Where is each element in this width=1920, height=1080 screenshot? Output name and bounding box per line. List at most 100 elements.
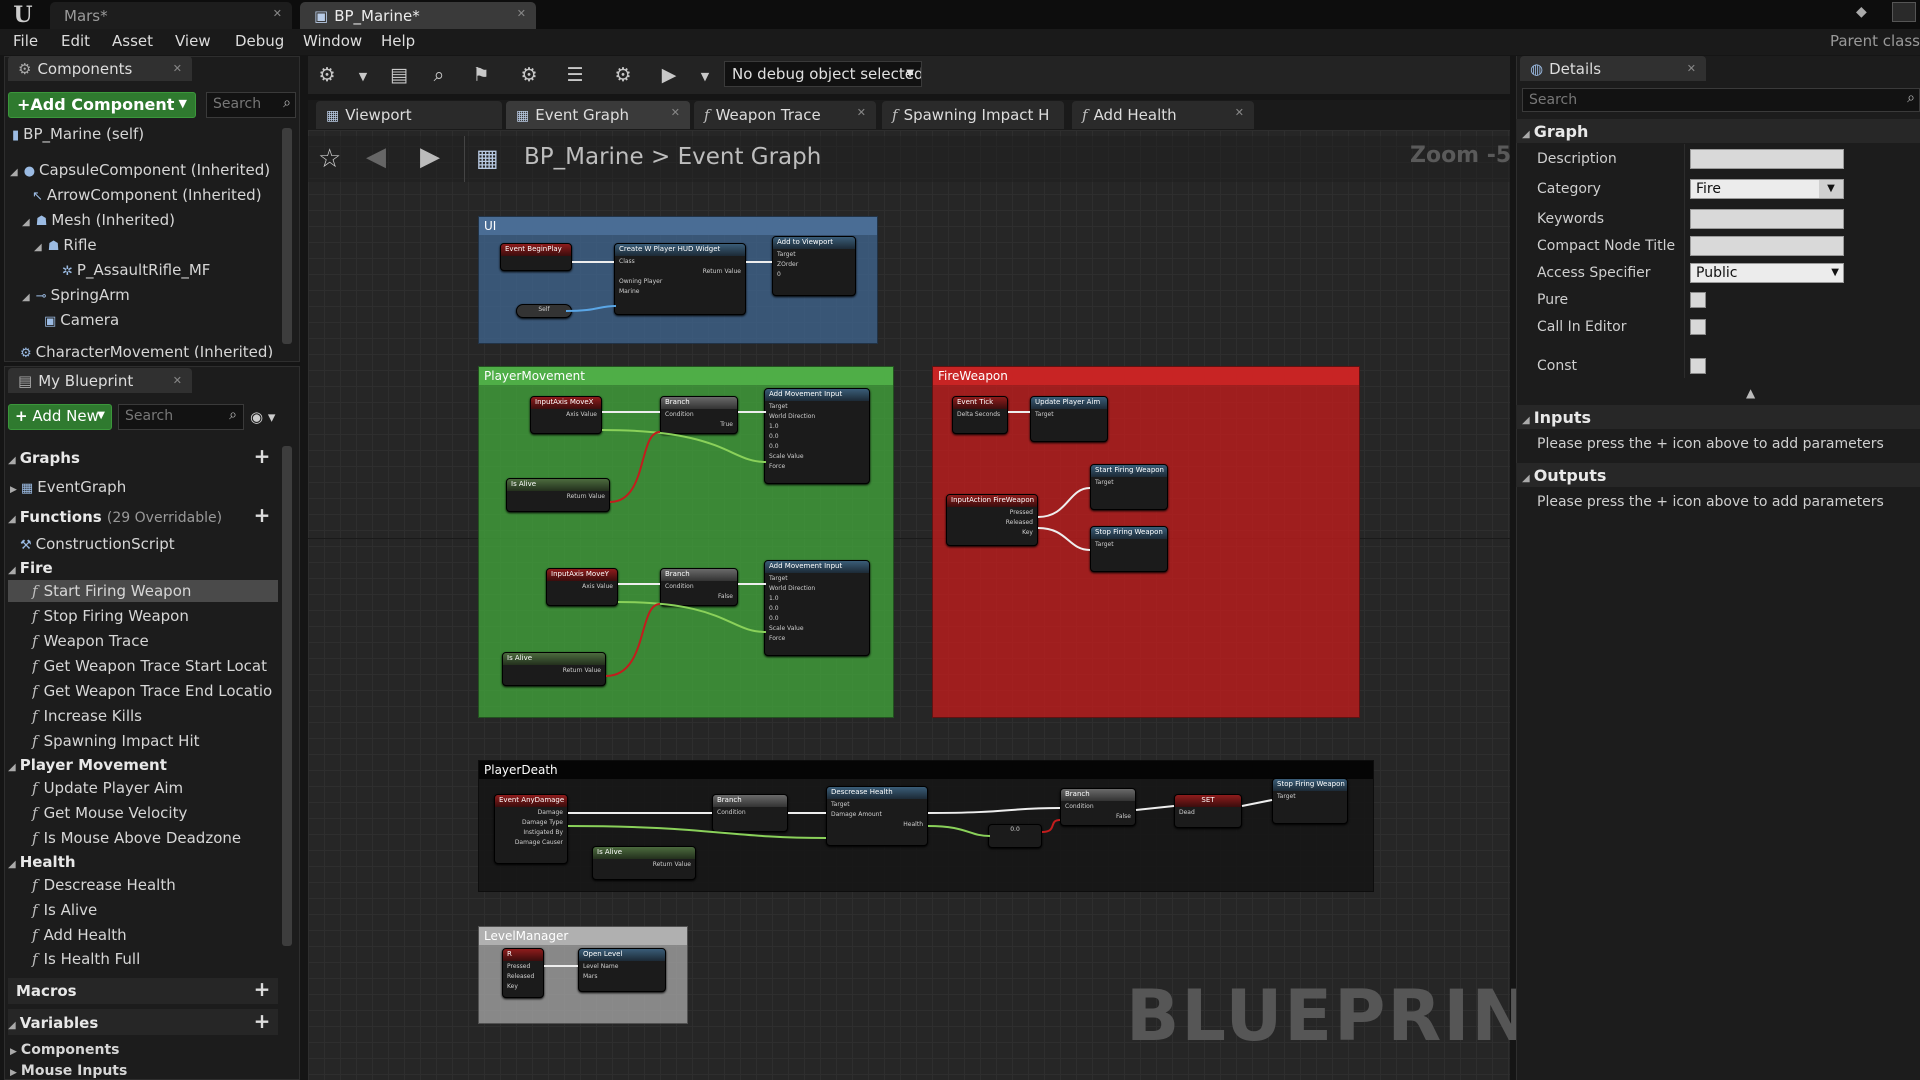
collapse-icon[interactable]: ◢: [1522, 473, 1530, 484]
chevron-down-icon[interactable]: ▼: [350, 70, 376, 94]
function-item-is-alive[interactable]: f Is Alive: [32, 901, 97, 919]
functions-header[interactable]: ◢ Functions (29 Overridable): [8, 508, 222, 526]
add-component-button[interactable]: +Add Component ▼: [8, 92, 196, 118]
function-item-stop-firing-weapon[interactable]: f Stop Firing Weapon: [32, 607, 189, 625]
add-macro-button[interactable]: +: [252, 979, 272, 1000]
debug-object-select[interactable]: No debug object selected ▼: [724, 61, 922, 87]
simulation-icon[interactable]: ⚙: [610, 64, 636, 88]
close-icon[interactable]: ✕: [173, 374, 182, 387]
chevron-down-icon[interactable]: ▼: [1819, 180, 1843, 198]
eye-icon[interactable]: ◉ ▾: [250, 408, 286, 426]
description-field[interactable]: [1690, 149, 1844, 169]
category-player-movement[interactable]: ◢ Player Movement: [8, 756, 167, 774]
compile-icon[interactable]: ⚙: [314, 64, 340, 88]
category-fire[interactable]: ◢ Fire: [8, 559, 53, 577]
graphs-header[interactable]: ◢ Graphs: [8, 449, 80, 467]
add-function-button[interactable]: +: [252, 505, 272, 526]
menu-asset[interactable]: Asset: [112, 32, 153, 50]
chevron-down-icon[interactable]: ▼: [692, 70, 718, 94]
collapse-icon[interactable]: ◢: [8, 565, 16, 576]
component-item[interactable]: ◢ ⊸ SpringArm: [22, 286, 130, 304]
menu-help[interactable]: Help: [381, 32, 415, 50]
function-item-weapon-trace[interactable]: f Weapon Trace: [32, 632, 149, 650]
call-in-editor-checkbox[interactable]: [1690, 319, 1706, 335]
collapse-icon[interactable]: ◢: [1522, 129, 1530, 140]
component-item[interactable]: ↖ ArrowComponent (Inherited): [32, 186, 262, 204]
outputs-section-header[interactable]: ◢ Outputs: [1522, 466, 1606, 485]
class-defaults-icon[interactable]: ☰: [562, 64, 588, 88]
function-item-start-firing-weapon[interactable]: f Start Firing Weapon: [32, 582, 191, 600]
close-icon[interactable]: ✕: [273, 7, 282, 20]
collapse-icon[interactable]: ◢: [8, 762, 16, 773]
component-item[interactable]: ▣ Camera: [44, 311, 119, 329]
expand-icon[interactable]: ▶: [10, 1047, 17, 1057]
graph-item-eventgraph[interactable]: ▶ ▦ EventGraph: [10, 478, 126, 496]
compact-node-title-field[interactable]: [1690, 236, 1844, 256]
function-item-update-player-aim[interactable]: f Update Player Aim: [32, 779, 183, 797]
details-search-input[interactable]: Search ⌕: [1522, 88, 1920, 112]
find-icon[interactable]: ⌕: [426, 64, 452, 88]
pure-checkbox[interactable]: [1690, 292, 1706, 308]
menu-debug[interactable]: Debug: [235, 32, 284, 50]
component-item[interactable]: ◢ ● CapsuleComponent (Inherited): [10, 161, 270, 179]
variable-group-mouse-inputs[interactable]: ▶ Mouse Inputs: [10, 1063, 127, 1079]
close-icon[interactable]: ✕: [857, 106, 866, 119]
my-blueprint-scrollbar[interactable]: [282, 446, 292, 946]
function-item-is-mouse-above-deadzone[interactable]: f Is Mouse Above Deadzone: [32, 829, 241, 847]
tab-event-graph[interactable]: ▦ Event Graph ✕: [506, 101, 690, 129]
keywords-field[interactable]: [1690, 209, 1844, 229]
component-item[interactable]: ⚙ CharacterMovement (Inherited): [20, 343, 273, 358]
my-blueprint-tab[interactable]: ▤ My Blueprint ✕: [8, 368, 192, 393]
menu-edit[interactable]: Edit: [61, 32, 90, 50]
my-blueprint-search-input[interactable]: Search ⌕: [118, 404, 244, 430]
function-item-increase-kills[interactable]: f Increase Kills: [32, 707, 142, 725]
tab-add-health[interactable]: f Add Health ✕: [1072, 101, 1254, 129]
close-icon[interactable]: ✕: [671, 106, 680, 119]
function-item-get-weapon-trace-end[interactable]: f Get Weapon Trace End Locatio: [32, 682, 278, 700]
doc-tab-mars[interactable]: Mars* ✕: [50, 2, 292, 29]
close-icon[interactable]: ✕: [1235, 106, 1244, 119]
variable-group-components[interactable]: ▶ Components: [10, 1042, 120, 1058]
advanced-expand-icon[interactable]: ▲: [1746, 386, 1755, 400]
variables-header[interactable]: ◢ Variables: [8, 1014, 98, 1032]
window-button[interactable]: [1892, 2, 1916, 22]
menu-view[interactable]: View: [175, 32, 211, 50]
access-specifier-select[interactable]: Public ▼: [1690, 263, 1844, 283]
menu-file[interactable]: File: [13, 32, 38, 50]
parent-class-label[interactable]: Parent class: [1830, 32, 1920, 50]
hide-pins-icon[interactable]: ⚑: [468, 64, 494, 88]
collapse-icon[interactable]: ◢: [22, 217, 30, 228]
component-item[interactable]: ◢ ☗ Mesh (Inherited): [22, 211, 175, 229]
function-item-constructionscript[interactable]: ⚒ ConstructionScript: [20, 535, 175, 553]
component-self[interactable]: ▮ BP_Marine (self): [12, 125, 144, 143]
inputs-section-header[interactable]: ◢ Inputs: [1522, 408, 1591, 427]
save-icon[interactable]: ▤: [386, 64, 412, 88]
collapse-icon[interactable]: ◢: [8, 1020, 16, 1031]
graph-section-header[interactable]: ◢ Graph: [1522, 122, 1588, 141]
collapse-icon[interactable]: ◢: [34, 242, 42, 253]
component-item[interactable]: ✲ P_AssaultRifle_MF: [62, 261, 210, 279]
collapse-icon[interactable]: ◢: [1522, 415, 1530, 426]
doc-tab-bp-marine[interactable]: ▣ BP_Marine* ✕: [300, 2, 536, 29]
add-graph-button[interactable]: +: [252, 446, 272, 467]
close-icon[interactable]: ✕: [1687, 62, 1696, 75]
close-icon[interactable]: ✕: [517, 7, 526, 20]
source-control-icon[interactable]: ◆: [1856, 4, 1874, 22]
component-item[interactable]: ◢ ☗ Rifle: [34, 236, 97, 254]
const-checkbox[interactable]: [1690, 358, 1706, 374]
collapse-icon[interactable]: ◢: [8, 859, 16, 870]
tab-spawning-impact-hit[interactable]: f Spawning Impact H: [882, 101, 1064, 129]
macros-header[interactable]: Macros: [16, 982, 77, 1000]
tab-viewport[interactable]: ▦ Viewport: [316, 101, 502, 129]
menu-window[interactable]: Window: [303, 32, 362, 50]
function-item-spawning-impact-hit[interactable]: f Spawning Impact Hit: [32, 732, 200, 750]
details-tab[interactable]: ◍ Details ✕: [1520, 56, 1706, 81]
function-item-descrease-health[interactable]: f Descrease Health: [32, 876, 176, 894]
components-search-input[interactable]: Search ⌕: [206, 92, 296, 118]
components-tab[interactable]: ⚙ Components ✕: [8, 56, 192, 81]
add-variable-button[interactable]: +: [252, 1011, 272, 1032]
components-scrollbar[interactable]: [282, 128, 292, 344]
play-icon[interactable]: ▶: [656, 64, 682, 88]
function-item-is-health-full[interactable]: f Is Health Full: [32, 950, 140, 968]
unreal-logo-icon[interactable]: U: [10, 2, 36, 28]
